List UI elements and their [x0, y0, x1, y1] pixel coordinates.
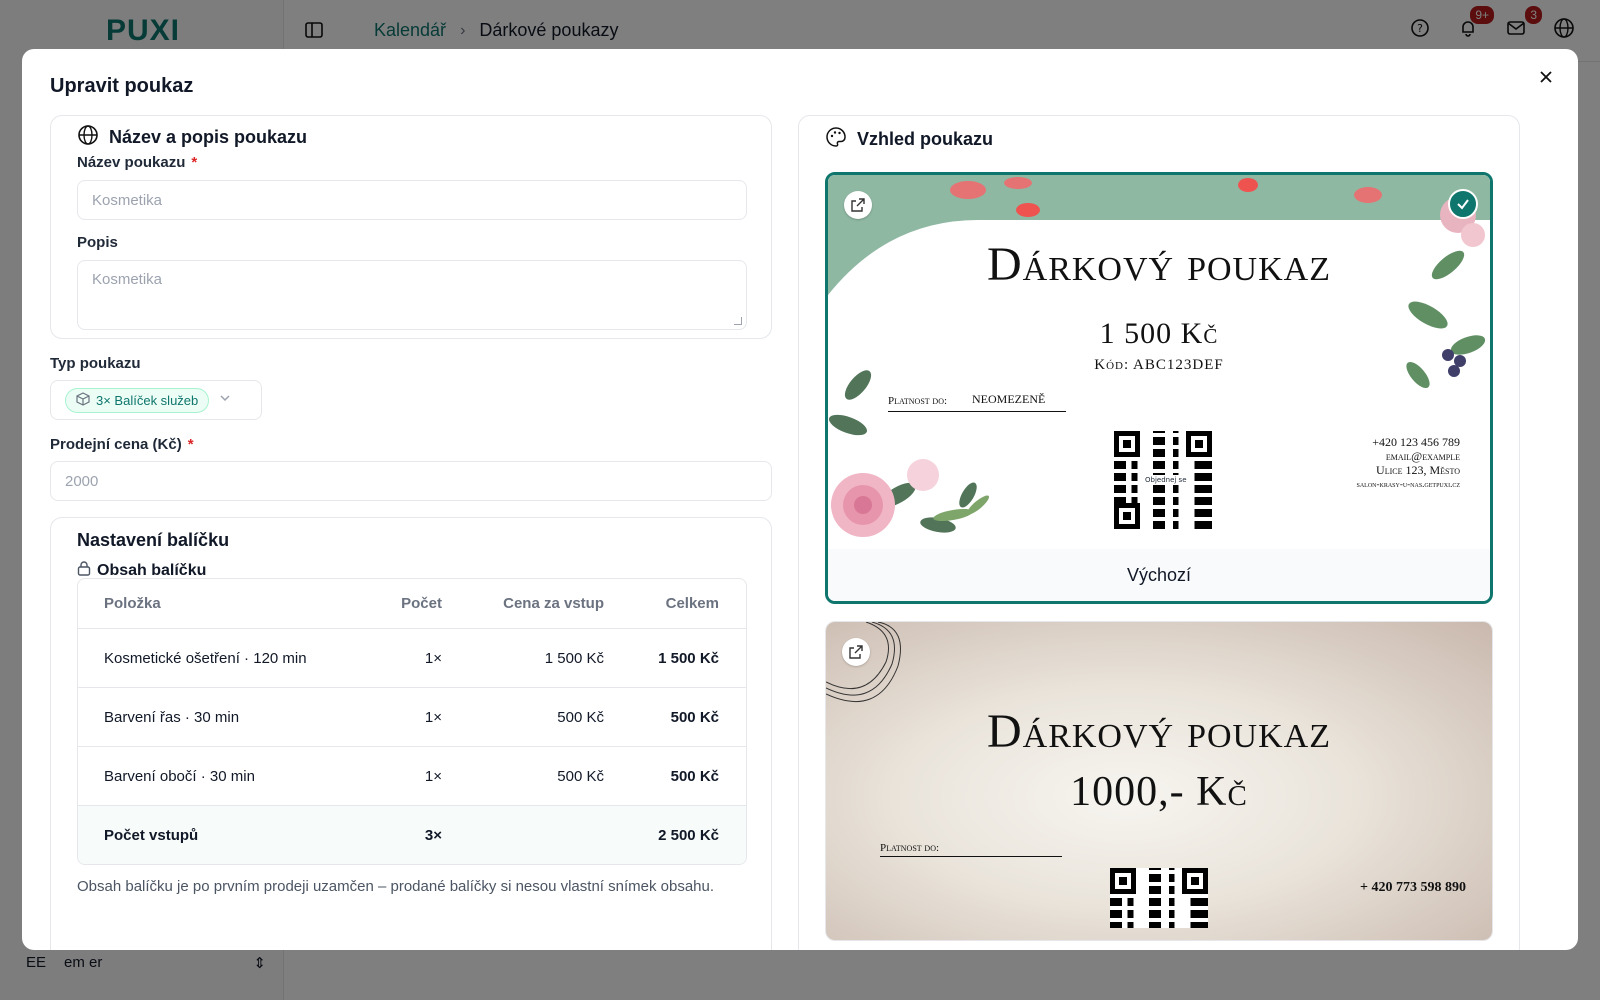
row-count: 1×	[424, 767, 442, 785]
row-price: 500 Kč	[557, 767, 604, 785]
package-title: Nastavení balíčku	[77, 530, 230, 550]
globe-icon	[77, 124, 99, 151]
row-total: 1 500 Kč	[658, 649, 719, 667]
validity-value: neomezeně	[972, 388, 1046, 407]
voucher-amount: 1000,- Kč	[1070, 769, 1248, 815]
name-label: Název poukazu *	[77, 154, 197, 171]
voucher-title: Dárkový poukaz	[986, 238, 1331, 291]
type-value: 3× Balíček služeb	[96, 392, 199, 408]
required-mark: *	[191, 154, 198, 171]
chevron-down-icon	[219, 391, 231, 409]
template-preview: Dárkový poukaz 1000,- Kč Platnost do: + …	[826, 622, 1492, 940]
template-preview: Dárkový poukaz 1 500 Kč Kód: ABC123DEF P…	[828, 175, 1490, 552]
type-select[interactable]: 3× Balíček služeb	[50, 380, 262, 420]
name-input[interactable]: Kosmetika	[77, 180, 747, 220]
package-content-label: Obsah balíčku	[97, 561, 207, 579]
package-lock-note: Obsah balíčku je po prvním prodeji uzamč…	[77, 878, 715, 895]
row-price: 500 Kč	[557, 708, 604, 726]
qr-code	[1110, 868, 1208, 928]
basic-info-card: Název a popis poukazu Název poukazu * Kos…	[50, 115, 772, 339]
template-card-elegant[interactable]: Dárkový poukaz 1000,- Kč Platnost do: + …	[825, 621, 1493, 941]
validity-label: Platnost do:	[880, 842, 940, 854]
contact-email: email@example	[1385, 449, 1460, 463]
description-placeholder: Kosmetika	[92, 271, 163, 288]
close-icon[interactable]	[1536, 67, 1556, 87]
appearance-title: Vzhled poukazu	[857, 129, 994, 149]
name-label-text: Název poukazu	[77, 154, 186, 171]
validity-label: Platnost do:	[888, 395, 948, 407]
summary-count: 3×	[424, 826, 442, 844]
name-placeholder: Kosmetika	[92, 191, 163, 209]
price-placeholder: 2000	[65, 472, 99, 490]
appearance-heading: Vzhled poukazu	[825, 126, 993, 153]
qr-finder	[1186, 431, 1212, 457]
voucher-code: Kód: ABC123DEF	[1094, 357, 1224, 373]
qr-caption: Objednej se	[1142, 475, 1190, 485]
basic-info-heading: Název a popis poukazu	[77, 124, 307, 151]
col-price: Cena za vstup	[503, 595, 604, 612]
basic-info-title: Název a popis poukazu	[109, 127, 308, 147]
template-card-default[interactable]: Dárkový poukaz 1 500 Kč Kód: ABC123DEF P…	[825, 172, 1493, 604]
voucher-title: Dárkový poukaz	[986, 705, 1331, 758]
qr-finder	[1182, 868, 1208, 894]
template-label: Výchozí	[828, 549, 1490, 601]
row-total: 500 Kč	[670, 767, 719, 785]
table-header: Položka Počet Cena za vstup Celkem	[78, 579, 746, 628]
contact-address: Ulice 123, Město	[1376, 463, 1460, 477]
col-item: Položka	[104, 595, 161, 612]
voucher-form: Název a popis poukazu Název poukazu * Kos…	[50, 115, 772, 950]
external-link-icon[interactable]	[844, 191, 872, 219]
table-row: Barvení řas · 30 min 1× 500 Kč 500 Kč	[78, 687, 746, 746]
qr-finder	[1114, 503, 1140, 529]
package-icon	[76, 391, 90, 409]
row-total: 500 Kč	[670, 708, 719, 726]
external-link-icon[interactable]	[842, 638, 870, 666]
appearance-card: Vzhled poukazu Dárkový poukaz 1 500 Kč K…	[798, 115, 1520, 950]
row-count: 1×	[424, 708, 442, 726]
required-mark: *	[187, 436, 194, 453]
price-input[interactable]: 2000	[50, 461, 772, 501]
table-row: Kosmetické ošetření · 120 min 1× 1 500 K…	[78, 628, 746, 687]
modal-title: Upravit poukaz	[50, 75, 194, 97]
col-total: Celkem	[665, 595, 719, 612]
voucher-amount: 1 500 Kč	[1099, 317, 1219, 350]
row-item: Kosmetické ošetření · 120 min	[104, 649, 307, 667]
qr-finder	[1110, 868, 1136, 894]
validity-underline	[888, 411, 1066, 412]
type-chip: 3× Balíček služeb	[65, 387, 210, 413]
col-count: Počet	[401, 595, 442, 612]
package-settings-card: Nastavení balíčku Obsah balíčku Položka …	[50, 517, 772, 950]
table-summary-row: Počet vstupů 3× 2 500 Kč	[78, 805, 746, 864]
contact-web: salon-krasy-u-nas.getpuxi.cz	[1356, 479, 1461, 489]
line-art-decoration	[826, 622, 901, 702]
palette-icon	[825, 126, 847, 153]
contact-phone: + 420 773 598 890	[1360, 880, 1466, 895]
contact-phone: +420 123 456 789	[1372, 435, 1460, 449]
description-textarea[interactable]: Kosmetika	[77, 260, 747, 330]
price-label-text: Prodejní cena (Kč)	[50, 436, 182, 453]
check-icon	[1448, 189, 1478, 219]
summary-total: 2 500 Kč	[658, 826, 719, 844]
package-table: Položka Počet Cena za vstup Celkem Kosme…	[77, 578, 747, 865]
validity-underline	[880, 856, 1062, 857]
row-count: 1×	[424, 649, 442, 667]
row-item: Barvení řas · 30 min	[104, 708, 240, 726]
table-row: Barvení obočí · 30 min 1× 500 Kč 500 Kč	[78, 746, 746, 805]
type-label: Typ poukazu	[50, 355, 141, 372]
edit-voucher-modal: Upravit poukaz Název a popis poukazu Náz…	[22, 49, 1578, 950]
row-price: 1 500 Kč	[544, 649, 604, 667]
row-item: Barvení obočí · 30 min	[104, 767, 255, 785]
description-label: Popis	[77, 234, 118, 251]
summary-label: Počet vstupů	[104, 826, 199, 844]
price-label: Prodejní cena (Kč) *	[50, 436, 194, 453]
qr-finder	[1114, 431, 1140, 457]
qr-code: Objednej se	[1114, 431, 1212, 529]
resize-handle-icon[interactable]	[734, 317, 742, 325]
